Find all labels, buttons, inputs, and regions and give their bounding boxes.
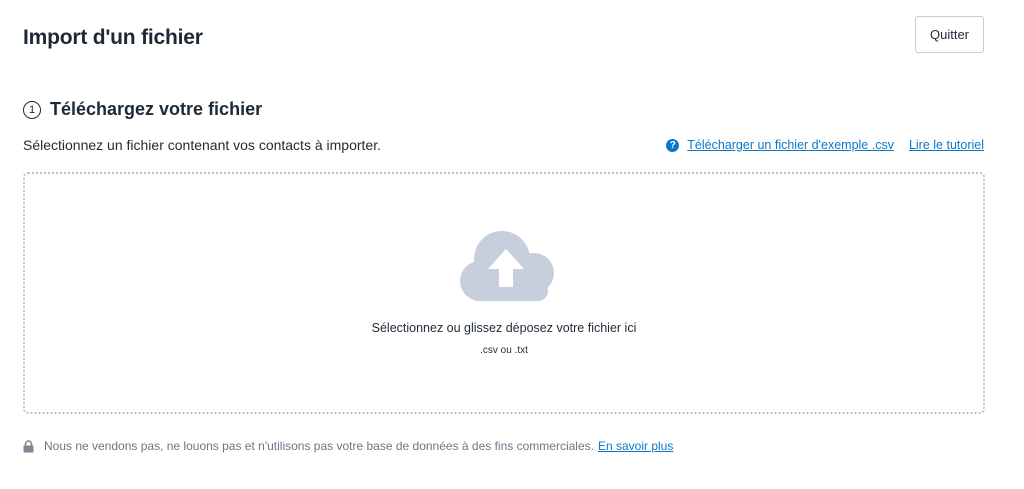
quit-button[interactable]: Quitter	[915, 16, 984, 53]
dropzone-instruction: Sélectionnez ou glissez déposez votre fi…	[371, 321, 637, 335]
download-sample-csv-link[interactable]: Télécharger un fichier d'exemple .csv	[687, 138, 894, 152]
page-title: Import d'un fichier	[23, 26, 203, 49]
lock-icon	[23, 439, 34, 452]
cloud-upload-icon	[460, 231, 554, 301]
privacy-note: Nous ne vendons pas, ne louons pas et n'…	[23, 439, 673, 453]
question-circle-icon: ?	[666, 138, 680, 152]
learn-more-link[interactable]: En savoir plus	[598, 439, 673, 453]
import-page: Import d'un fichier Quitter 1 Télécharge…	[0, 0, 1024, 489]
help-links: ? Télécharger un fichier d'exemple .csv …	[666, 138, 984, 152]
read-tutorial-link[interactable]: Lire le tutoriel	[909, 138, 984, 152]
file-dropzone[interactable]: Sélectionnez ou glissez déposez votre fi…	[23, 172, 985, 414]
dropzone-formats: .csv ou .txt	[480, 345, 528, 356]
privacy-text: Nous ne vendons pas, ne louons pas et n'…	[44, 439, 594, 453]
step-title: Téléchargez votre fichier	[50, 99, 263, 119]
step-number-icon: 1	[23, 100, 41, 119]
step-description: Sélectionnez un fichier contenant vos co…	[23, 137, 381, 153]
step-heading: 1 Téléchargez votre fichier	[23, 99, 262, 120]
